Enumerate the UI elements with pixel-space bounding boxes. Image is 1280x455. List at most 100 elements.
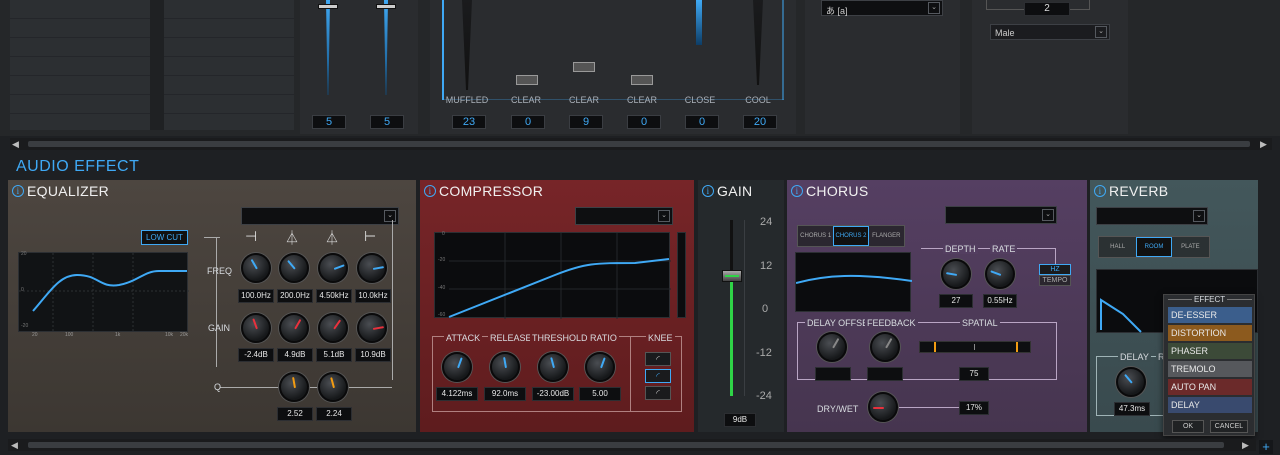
eq-q-2[interactable]: 2.24 [316,407,352,421]
reverb-delay-value[interactable]: 47.3ms [1114,402,1150,416]
comp-graph[interactable]: 0 -20 -40 -60 [434,231,671,319]
slider-b5[interactable] [696,0,702,45]
info-icon[interactable]: i [12,185,24,197]
slider-a2[interactable] [376,0,396,95]
gain-value[interactable]: 9dB [724,413,756,427]
eq-freq-1[interactable]: 100.0Hz [238,289,274,303]
slider-b2[interactable] [516,75,538,85]
slider-b6[interactable] [753,0,763,85]
slider-a1[interactable] [318,0,338,95]
tab-chorus-1[interactable]: CHORUS 1 [798,226,833,246]
eq-preset-dropdown[interactable]: ⌄ [241,207,399,225]
slider-b6-value[interactable]: 20 [743,115,777,129]
eq-gain-knob-2[interactable] [279,313,309,343]
eq-freq-4[interactable]: 10.0kHz [355,289,391,303]
tempo-button[interactable]: TEMPO [1039,275,1071,286]
knee-hard-button[interactable]: ◜ [645,352,671,366]
ratio-knob[interactable] [585,352,615,382]
spatial-value[interactable]: 75 [959,367,989,381]
info-icon[interactable]: i [1094,185,1106,197]
release-value[interactable]: 92.0ms [484,387,526,401]
gain-fader-handle[interactable] [722,270,742,282]
eq-gain-3[interactable]: 5.1dB [316,348,352,362]
slider-b3[interactable] [573,62,595,72]
low-cut-button[interactable]: LOW CUT [141,230,188,245]
spatial-slider[interactable] [919,341,1031,353]
eq-freq-knob-3[interactable] [318,253,348,283]
eq-q-1[interactable]: 2.52 [277,407,313,421]
eq-graph[interactable]: 20 0 -20 [18,251,189,333]
threshold-value[interactable]: -23.00dB [532,387,574,401]
chorus-preset-dropdown[interactable]: ⌄ [945,206,1057,224]
eq-q-knob-1[interactable] [279,372,309,402]
ok-button[interactable]: OK [1172,420,1204,433]
drywet-value[interactable]: 17% [959,401,989,415]
top-scrollbar[interactable]: ◀ ▶ [10,138,1272,150]
tab-chorus-2[interactable]: CHORUS 2 [833,226,869,246]
comp-preset-dropdown[interactable]: ⌄ [575,207,673,225]
tab-flanger[interactable]: FLANGER [869,226,904,246]
slider-a1-value[interactable]: 5 [312,115,346,129]
count-value[interactable]: 2 [1024,2,1070,16]
phoneme-dropdown[interactable]: あ [a] ⌄ [821,0,943,16]
eq-gain-knob-4[interactable] [357,313,387,343]
effect-item-tremolo[interactable]: TREMOLO [1168,361,1252,377]
peak-icon[interactable]: ⏃ [285,228,299,248]
info-icon[interactable]: i [424,185,436,197]
scroll-right-icon[interactable]: ▶ [1260,139,1267,150]
add-effect-button[interactable]: + [1259,440,1273,454]
eq-freq-2[interactable]: 200.0Hz [277,289,313,303]
knee-soft-button[interactable]: ◜ [645,386,671,400]
slider-b4[interactable] [631,75,653,85]
bottom-scrollbar[interactable]: ◀ ▶ [8,439,1256,451]
slider-b2-value[interactable]: 0 [511,115,545,129]
effect-item-auto-pan[interactable]: AUTO PAN [1168,379,1252,395]
slider-b3-value[interactable]: 9 [569,115,603,129]
tab-room[interactable]: ROOM [1136,237,1172,257]
knee-medium-button[interactable]: ◜ [645,369,671,383]
release-knob[interactable] [490,352,520,382]
cancel-button[interactable]: CANCEL [1210,420,1248,433]
rate-knob[interactable] [985,259,1015,289]
tab-plate[interactable]: PLATE [1172,237,1209,257]
eq-gain-4[interactable]: 10.9dB [355,348,391,362]
high-shelf-icon[interactable]: ⊢ [364,228,376,245]
reverb-delay-knob[interactable] [1116,367,1146,397]
feedback-value[interactable] [867,367,903,381]
delay-offset-value[interactable] [815,367,851,381]
eq-freq-knob-2[interactable] [279,253,309,283]
slider-b1[interactable] [462,0,472,90]
ratio-value[interactable]: 5.00 [579,387,621,401]
scroll-left-icon[interactable]: ◀ [12,139,19,150]
depth-knob[interactable] [941,259,971,289]
slider-a2-value[interactable]: 5 [370,115,404,129]
voice-dropdown[interactable]: Male ⌄ [990,24,1110,40]
hz-button[interactable]: HZ [1039,264,1071,275]
eq-gain-knob-3[interactable] [318,313,348,343]
slider-b5-value[interactable]: 0 [685,115,719,129]
low-shelf-icon[interactable]: ⊣ [245,228,257,245]
slider-b4-value[interactable]: 0 [627,115,661,129]
attack-knob[interactable] [442,352,472,382]
tab-hall[interactable]: HALL [1099,237,1136,257]
slider-b1-value[interactable]: 23 [452,115,486,129]
effect-item-phaser[interactable]: PHASER [1168,343,1252,359]
eq-freq-knob-1[interactable] [241,253,271,283]
effect-item-distortion[interactable]: DISTORTION [1168,325,1252,341]
delay-offset-knob[interactable] [817,332,847,362]
eq-freq-knob-4[interactable] [357,253,387,283]
peak-2-icon[interactable]: ⏃ [325,228,339,248]
threshold-knob[interactable] [538,352,568,382]
depth-value[interactable]: 27 [939,294,973,308]
eq-q-knob-2[interactable] [318,372,348,402]
info-icon[interactable]: i [791,185,803,197]
eq-freq-3[interactable]: 4.50kHz [316,289,352,303]
rate-value[interactable]: 0.55Hz [983,294,1017,308]
scroll-left-icon[interactable]: ◀ [11,440,18,451]
info-icon[interactable]: i [702,185,714,197]
effect-item-de-esser[interactable]: DE-ESSER [1168,307,1252,323]
feedback-knob[interactable] [870,332,900,362]
eq-gain-1[interactable]: -2.4dB [238,348,274,362]
effect-item-delay[interactable]: DELAY [1168,397,1252,413]
scroll-right-icon[interactable]: ▶ [1242,440,1249,451]
